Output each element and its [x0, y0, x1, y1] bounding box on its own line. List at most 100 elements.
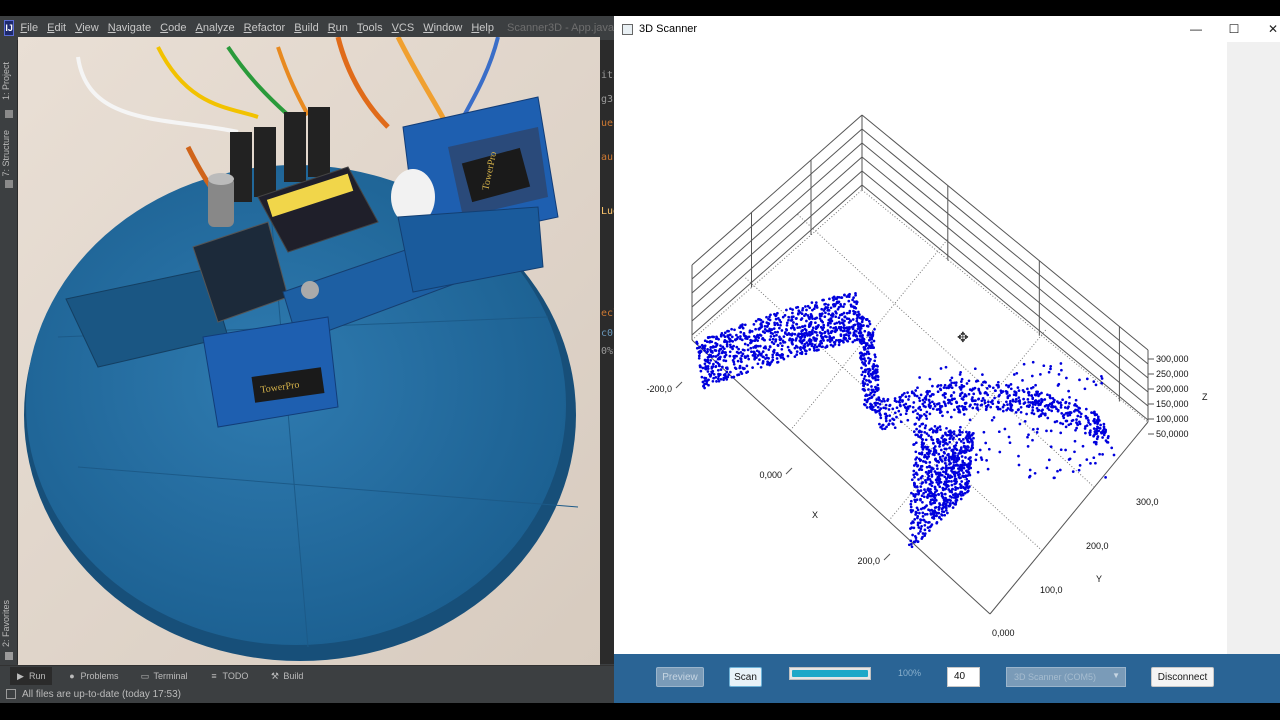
scan-plot-area[interactable]: 50,0000 100,000 150,000 200,000 250,000 300,0…: [614, 42, 1227, 654]
scan-point: [824, 302, 827, 306]
scan-point: [822, 323, 826, 327]
scan-point: [724, 353, 728, 357]
steps-input[interactable]: 40: [947, 667, 980, 687]
scan-point: [772, 334, 776, 338]
scan-point: [961, 474, 965, 478]
scan-point: [953, 455, 956, 459]
scan-point: [958, 385, 962, 389]
ide-statusbar: All files are up-to-date (today 17:53): [0, 685, 614, 703]
scan-point: [949, 415, 953, 419]
scan-point: [1085, 458, 1089, 461]
scan-point: [948, 490, 952, 493]
disconnect-button[interactable]: Disconnect: [1151, 667, 1214, 687]
scan-point: [968, 440, 971, 444]
window-toggle-icon[interactable]: [6, 689, 16, 699]
scan-button[interactable]: Scan: [729, 667, 762, 687]
scan-point: [783, 340, 787, 344]
menu-file[interactable]: File: [20, 22, 38, 34]
menu-analyze[interactable]: Analyze: [195, 22, 234, 34]
scan-point: [844, 333, 848, 336]
scan-point: [917, 532, 920, 535]
menu-refactor[interactable]: Refactor: [244, 22, 286, 34]
scan-point: [937, 452, 941, 456]
scan-point: [774, 317, 778, 321]
scan-point: [697, 354, 701, 358]
build-tab[interactable]: ⚒ Build: [264, 667, 309, 685]
menu-edit[interactable]: Edit: [47, 22, 66, 34]
preview-button[interactable]: Preview: [656, 667, 704, 687]
scan-point: [846, 339, 850, 343]
scan-point: [989, 400, 993, 404]
menu-vcs[interactable]: VCS: [392, 22, 415, 34]
scan-point: [995, 405, 999, 409]
scan-point: [921, 515, 925, 518]
scan-point: [1068, 402, 1071, 405]
scan-point: [765, 315, 768, 319]
menu-view[interactable]: View: [75, 22, 99, 34]
scan-point: [987, 400, 990, 404]
scan-point: [899, 413, 903, 416]
scan-point: [733, 366, 737, 370]
close-icon[interactable]: ✕: [1254, 16, 1280, 42]
scan-point: [961, 407, 965, 411]
problems-tab[interactable]: ● Problems: [62, 667, 125, 685]
scan-point: [860, 373, 864, 377]
scan-point: [947, 401, 950, 405]
scanner-titlebar: 3D Scanner — ☐ ✕: [614, 16, 1280, 42]
scan-point: [833, 329, 837, 333]
scan-point: [986, 393, 990, 397]
menu-run[interactable]: Run: [328, 22, 348, 34]
scan-point: [1041, 412, 1044, 415]
maximize-icon[interactable]: ☐: [1215, 16, 1253, 42]
terminal-tab[interactable]: ▭ Terminal: [135, 667, 194, 685]
scatter-3d-plot[interactable]: 50,0000 100,000 150,000 200,000 250,000 300,0…: [614, 42, 1227, 654]
scan-point: [1058, 468, 1062, 472]
scan-point: [775, 333, 778, 337]
scan-point: [940, 513, 944, 517]
scan-point: [1031, 428, 1035, 431]
menu-navigate[interactable]: Navigate: [108, 22, 151, 34]
scan-point: [867, 352, 871, 356]
scan-point: [964, 487, 967, 491]
scan-point: [761, 355, 765, 359]
scan-point: [724, 351, 727, 354]
scan-point: [842, 336, 846, 340]
run-tab[interactable]: ▶ Run: [10, 667, 52, 685]
scan-point: [815, 331, 818, 334]
scan-point: [965, 430, 968, 434]
menu-tools[interactable]: Tools: [357, 22, 383, 34]
scan-point: [895, 415, 898, 419]
scan-point: [699, 369, 703, 373]
scan-point: [771, 355, 775, 359]
scan-point: [1100, 381, 1104, 385]
scan-point: [917, 526, 921, 529]
menu-help[interactable]: Help: [471, 22, 494, 34]
scan-point: [1022, 362, 1026, 366]
scan-point: [1089, 429, 1092, 432]
letterbox-bottom: [0, 703, 1280, 720]
scan-point: [949, 436, 952, 439]
structure-tab[interactable]: 7: Structure: [1, 130, 11, 177]
scan-point: [984, 391, 987, 394]
minimize-icon[interactable]: —: [1177, 16, 1215, 42]
scan-point: [955, 471, 959, 475]
scan-point: [872, 339, 876, 343]
scan-point: [820, 336, 824, 340]
scan-point: [960, 397, 964, 400]
project-tab[interactable]: 1: Project: [1, 62, 11, 100]
menu-code[interactable]: Code: [160, 22, 186, 34]
scan-point: [972, 392, 976, 396]
menu-build[interactable]: Build: [294, 22, 318, 34]
scan-point: [723, 331, 727, 335]
menu-window[interactable]: Window: [423, 22, 462, 34]
scan-point: [951, 397, 954, 401]
favorites-tab[interactable]: 2: Favorites: [1, 600, 11, 647]
scan-point: [953, 473, 957, 477]
port-select[interactable]: 3D Scanner (COM5) ▼: [1006, 667, 1126, 687]
scan-point: [754, 327, 757, 331]
scan-point: [880, 400, 884, 403]
todo-tab[interactable]: ≡ TODO: [204, 667, 255, 685]
z-tick-label: 100,000: [1156, 414, 1189, 424]
scan-point: [959, 497, 963, 501]
scan-point: [933, 496, 937, 500]
